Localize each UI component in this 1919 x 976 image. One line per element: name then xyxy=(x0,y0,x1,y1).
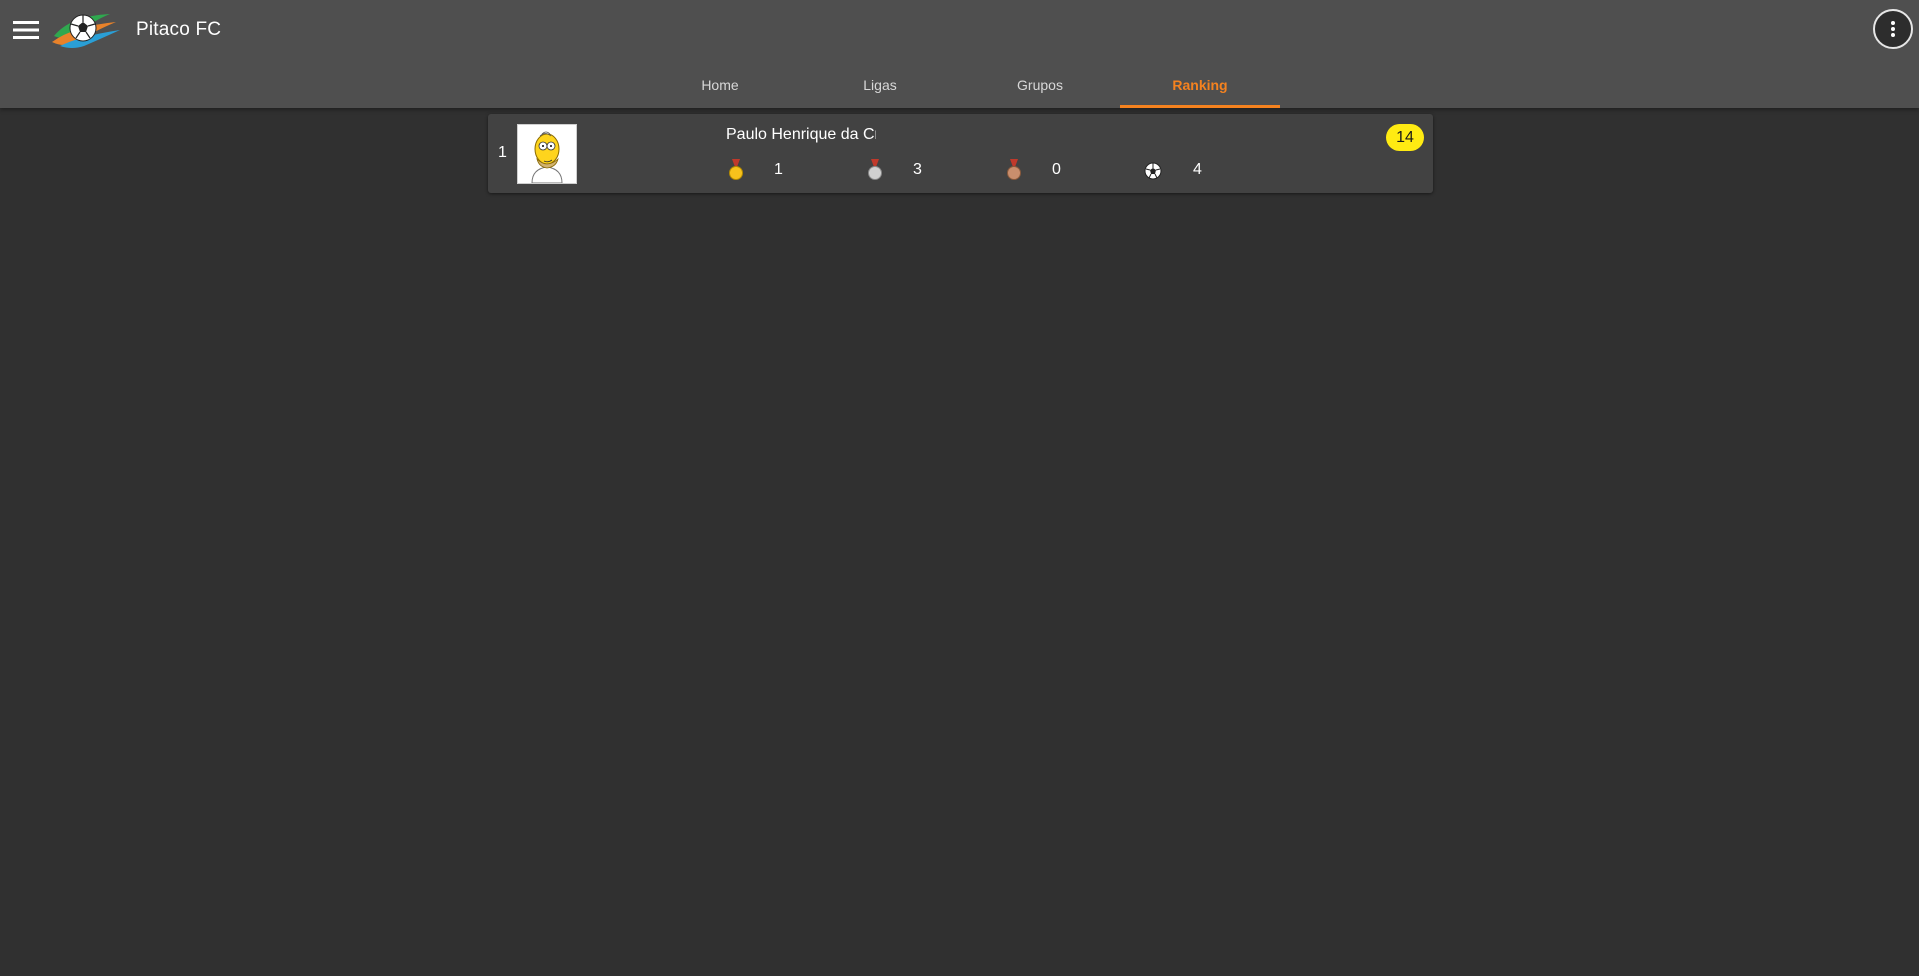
ranking-row[interactable]: 1 Paulo Henrique da Cr 1 3 0 4 14 xyxy=(488,114,1433,193)
player-name: Paulo Henrique da Cr xyxy=(726,126,876,143)
hamburger-menu-icon[interactable] xyxy=(10,14,42,46)
soccer-ball-icon xyxy=(1143,159,1163,181)
homer-avatar-icon xyxy=(517,124,577,184)
bronze-medal-icon xyxy=(1004,159,1024,181)
app-title: Pitaco FC xyxy=(136,19,222,40)
tab-home[interactable]: Home xyxy=(640,62,800,108)
goals-count: 4 xyxy=(1193,161,1202,178)
tab-ligas[interactable]: Ligas xyxy=(800,62,960,108)
nav-tabs: Home Ligas Grupos Ranking xyxy=(640,62,1280,108)
more-vertical-icon[interactable] xyxy=(1873,9,1913,49)
rank-position: 1 xyxy=(498,144,507,161)
soccer-ball-logo-icon[interactable] xyxy=(50,6,122,52)
bronze-medal-count: 0 xyxy=(1052,161,1061,178)
tab-ranking[interactable]: Ranking xyxy=(1120,62,1280,108)
silver-medal-icon xyxy=(865,159,885,181)
ranking-list: 1 Paulo Henrique da Cr 1 3 0 4 14 xyxy=(488,114,1433,193)
gold-medal-count: 1 xyxy=(774,161,783,178)
gold-medal-icon xyxy=(726,159,746,181)
app-bar: Pitaco FC Home Ligas Grupos Ranking xyxy=(0,0,1919,108)
score-badge: 14 xyxy=(1386,124,1424,151)
toolbar: Pitaco FC xyxy=(0,0,1919,60)
silver-medal-count: 3 xyxy=(913,161,922,178)
tab-grupos[interactable]: Grupos xyxy=(960,62,1120,108)
